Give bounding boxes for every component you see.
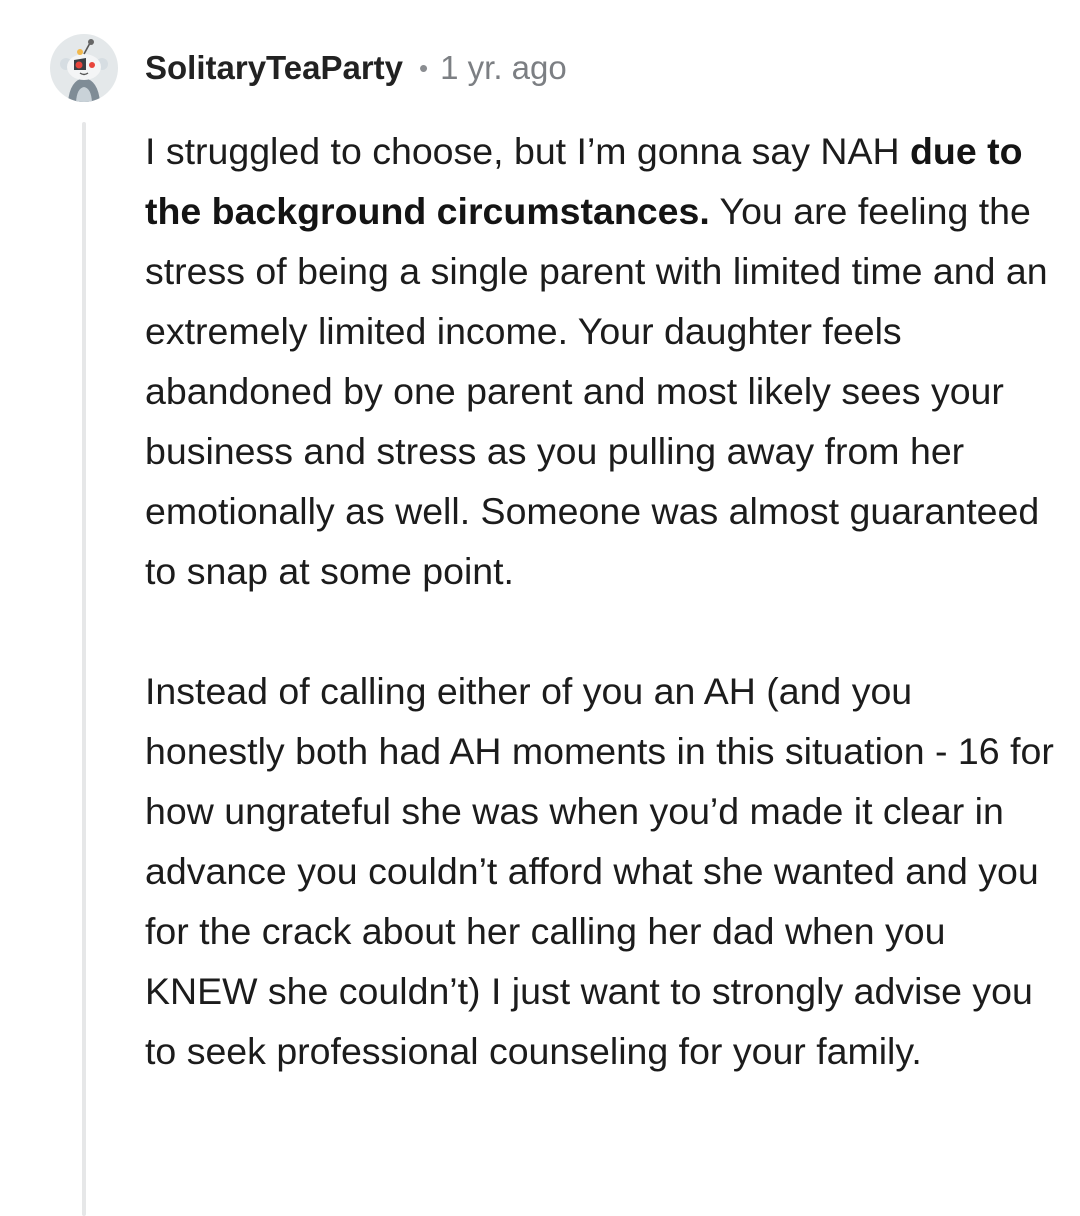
comment-body: I struggled to choose, but I’m gonna say… bbox=[145, 121, 1055, 1081]
timestamp: 1 yr. ago bbox=[440, 49, 567, 86]
snoo-avatar-icon[interactable] bbox=[50, 34, 118, 102]
meta-separator: • bbox=[419, 52, 429, 83]
paragraph-1-intro: I struggled to choose, but I’m gonna say… bbox=[145, 130, 910, 172]
thread-collapse-line[interactable] bbox=[82, 122, 86, 1216]
comment-paragraph-2: Instead of calling either of you an AH (… bbox=[145, 670, 1054, 1072]
comment-paragraph-1: I struggled to choose, but I’m gonna say… bbox=[145, 121, 1055, 601]
paragraph-1-rest: You are feeling the stress of being a si… bbox=[145, 190, 1048, 592]
comment-header: SolitaryTeaParty • 1 yr. ago bbox=[145, 44, 567, 92]
comment: SolitaryTeaParty • 1 yr. ago I struggled… bbox=[0, 0, 1080, 1216]
username-link[interactable]: SolitaryTeaParty bbox=[145, 49, 403, 87]
